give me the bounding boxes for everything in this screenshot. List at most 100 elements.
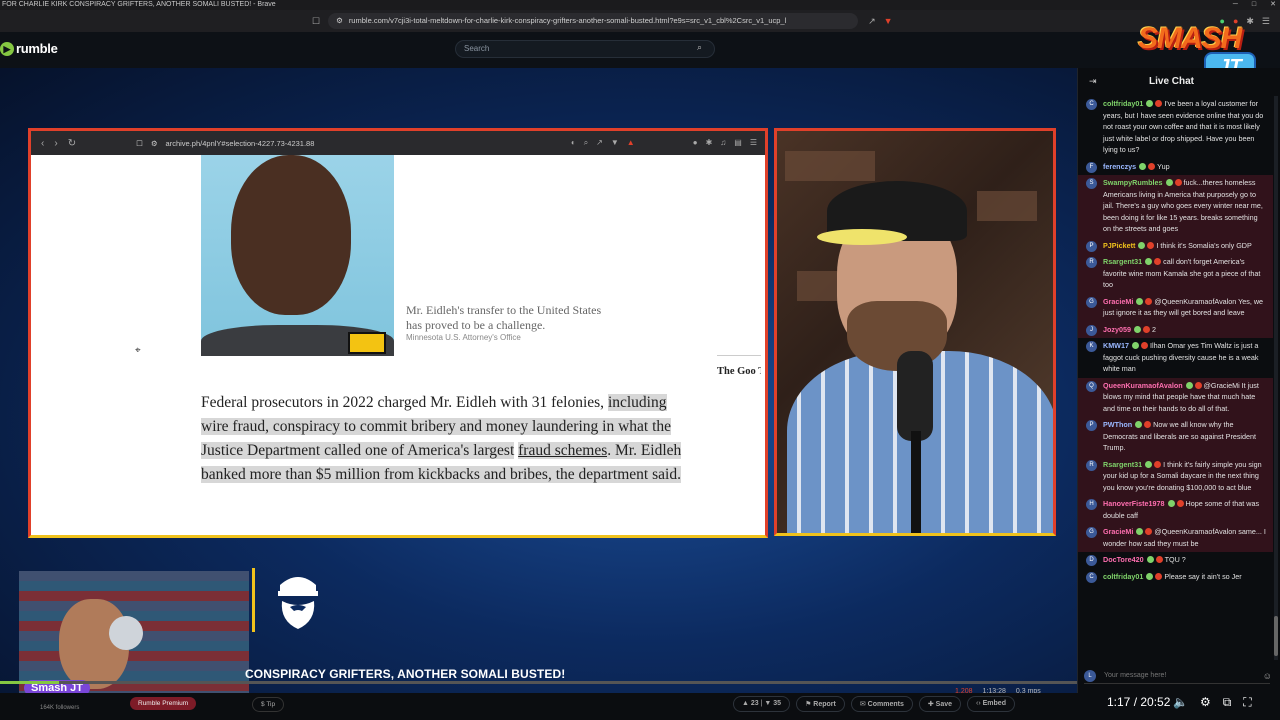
maximize-icon[interactable]: □ xyxy=(1252,0,1256,10)
chat-username[interactable]: GracieMi xyxy=(1103,527,1133,536)
chat-input-placeholder: Your message here! xyxy=(1104,672,1167,679)
avatar[interactable]: H xyxy=(1086,499,1097,510)
back-icon: ‹ xyxy=(41,137,45,149)
avatar[interactable]: R xyxy=(1086,257,1097,268)
address-text: rumble.com/v7cji3i-total-meltdown-for-ch… xyxy=(348,16,787,25)
settings-icon[interactable]: ⚙ xyxy=(1200,695,1211,710)
badge-icon xyxy=(1146,100,1154,107)
avatar[interactable]: P xyxy=(1086,240,1097,252)
site-info-icon[interactable]: ⚙ xyxy=(336,13,343,29)
chat-username[interactable]: coltfriday01 xyxy=(1103,572,1143,581)
avatar[interactable]: G xyxy=(1086,527,1097,538)
mugshot-photo xyxy=(201,155,394,356)
popout-icon[interactable]: ⧉ xyxy=(1223,695,1232,710)
chat-message-list[interactable]: Ccoltfriday01 I've been a loyal customer … xyxy=(1078,96,1273,660)
badge-icon xyxy=(1147,241,1155,249)
badge-icon xyxy=(1155,556,1163,563)
scrollbar-thumb[interactable] xyxy=(1274,616,1278,656)
chat-message: Q QueenKuramaofAvalon @GracieMi It just bl… xyxy=(1078,377,1273,417)
volume-icon[interactable]: 🔈 xyxy=(1173,695,1188,710)
vote-buttons[interactable]: ▲ 23 | ▼ 35 xyxy=(733,696,791,712)
photo-badge xyxy=(348,332,386,354)
chat-message: D DocTore420 TQU ? xyxy=(1078,552,1273,569)
shared-address-bar: ☐ ⚙ archive.ph/4pnlY#selection-4227.73-4… xyxy=(136,139,314,148)
chat-username[interactable]: coltfriday01 xyxy=(1103,99,1143,108)
chat-username[interactable]: Rsargent31 xyxy=(1103,460,1142,469)
chat-username[interactable]: Jozy059 xyxy=(1103,325,1131,334)
report-label: Report xyxy=(813,701,836,708)
badge-icon xyxy=(1146,556,1154,563)
guest-headset xyxy=(109,616,143,650)
video-player[interactable]: ‹ › ↻ ☐ ⚙ archive.ph/4pnlY#selection-422… xyxy=(0,68,1077,708)
address-bar[interactable]: ⚙ rumble.com/v7cji3i-total-meltdown-for-… xyxy=(328,13,859,29)
badge-icon xyxy=(1135,421,1143,428)
chat-username[interactable]: GracieMi xyxy=(1103,297,1133,306)
avatar[interactable]: R xyxy=(1086,459,1097,471)
chat-input[interactable]: L Your message here! ☺ xyxy=(1084,668,1272,684)
paragraph-text: Federal prosecutors in 2022 charged Mr. … xyxy=(201,394,605,411)
shared-browser-tools: ◐ ⌕ ↗ ▼ ▲ ● ✱ ♫ ▤ ☰ xyxy=(571,138,757,148)
badge-icon xyxy=(1165,179,1173,186)
save-button[interactable]: ✚ Save xyxy=(918,696,962,712)
chat-username[interactable]: KMW17 xyxy=(1103,341,1129,350)
rumble-premium-button[interactable]: Rumble Premium xyxy=(130,697,197,710)
badge-icon xyxy=(1145,297,1153,305)
avatar[interactable]: J xyxy=(1086,324,1097,336)
chat-message: S SwampyRumbles fuck...theres homeless Ame… xyxy=(1078,175,1273,238)
chat-username[interactable]: Rsargent31 xyxy=(1103,257,1142,266)
save-label: Save xyxy=(935,701,953,708)
embed-label: Embed xyxy=(982,700,1006,707)
avatar[interactable]: K xyxy=(1086,341,1097,352)
avatar[interactable]: P xyxy=(1086,420,1097,431)
chat-username[interactable]: HanoverFiste1978 xyxy=(1103,499,1165,508)
avatar[interactable]: F xyxy=(1086,161,1097,173)
close-icon[interactable]: ✕ xyxy=(1270,0,1276,10)
beard-logo-icon xyxy=(278,577,318,629)
avatar[interactable]: Q xyxy=(1086,380,1097,392)
chat-scrollbar[interactable] xyxy=(1274,96,1278,660)
mouse-cursor-icon: ⌖ xyxy=(135,345,141,356)
tip-button[interactable]: $ Tip xyxy=(252,697,285,712)
search-icon[interactable]: ⌕ xyxy=(697,42,702,53)
badge-icon xyxy=(1154,258,1162,265)
photo-credit: Minnesota U.S. Attorney's Office xyxy=(406,333,521,342)
search-input[interactable]: Search xyxy=(455,40,715,58)
brave-shield-icon[interactable]: ▼ xyxy=(884,16,893,27)
site-header: ▶ rumble Search ⌕ xyxy=(0,32,1280,68)
chat-username[interactable]: QueenKuramaofAvalon xyxy=(1103,381,1183,390)
fullscreen-icon[interactable]: ⛶ xyxy=(1243,695,1251,710)
chat-username[interactable]: ferenczys xyxy=(1103,162,1136,171)
video-action-bar: 164K followers Rumble Premium $ Tip ▲ 23… xyxy=(0,693,1280,720)
chat-message: Ccoltfriday01 Please say it ain't so Jer xyxy=(1078,569,1273,586)
chat-username[interactable]: PWThon xyxy=(1103,420,1132,429)
chat-title: Live Chat xyxy=(1149,76,1195,87)
report-button[interactable]: ⚑ Report xyxy=(796,696,845,712)
chat-username[interactable]: SwampyRumbles xyxy=(1103,178,1163,187)
fraud-schemes-link: fraud schemes xyxy=(518,442,608,459)
badge-icon xyxy=(1133,325,1141,333)
chat-username[interactable]: DocTore420 xyxy=(1103,555,1144,564)
avatar[interactable]: C xyxy=(1086,99,1097,110)
minimize-icon[interactable]: ─ xyxy=(1233,0,1238,10)
avatar[interactable]: S xyxy=(1086,178,1097,189)
emoji-icon[interactable]: ☺ xyxy=(1263,668,1272,684)
window-title: FOR CHARLIE KIRK CONSPIRACY GRIFTERS, AN… xyxy=(2,1,276,8)
avatar[interactable]: D xyxy=(1086,555,1097,566)
badge-icon xyxy=(1185,381,1193,389)
screen-share-panel: ‹ › ↻ ☐ ⚙ archive.ph/4pnlY#selection-422… xyxy=(28,128,768,538)
badge-icon xyxy=(1136,297,1144,305)
share-icon[interactable]: ↗ xyxy=(868,16,876,27)
logo-text: rumble xyxy=(16,41,58,56)
rumble-logo[interactable]: ▶ rumble xyxy=(0,41,58,56)
comments-button[interactable]: ✉ Comments xyxy=(850,696,913,712)
chat-username[interactable]: PJPickett xyxy=(1103,241,1135,250)
avatar[interactable]: C xyxy=(1086,571,1097,583)
embed-button[interactable]: ‹› Embed xyxy=(967,696,1015,712)
bookmark-icon[interactable]: ☐ xyxy=(312,16,320,27)
zoom-icon: ⌕ xyxy=(583,138,589,147)
badge-icon xyxy=(1148,162,1156,170)
badge-icon xyxy=(1154,460,1162,468)
address-actions: ↗ ▼ xyxy=(868,16,892,27)
collapse-chat-icon[interactable]: ⇥ xyxy=(1089,76,1097,87)
avatar[interactable]: G xyxy=(1086,296,1097,308)
